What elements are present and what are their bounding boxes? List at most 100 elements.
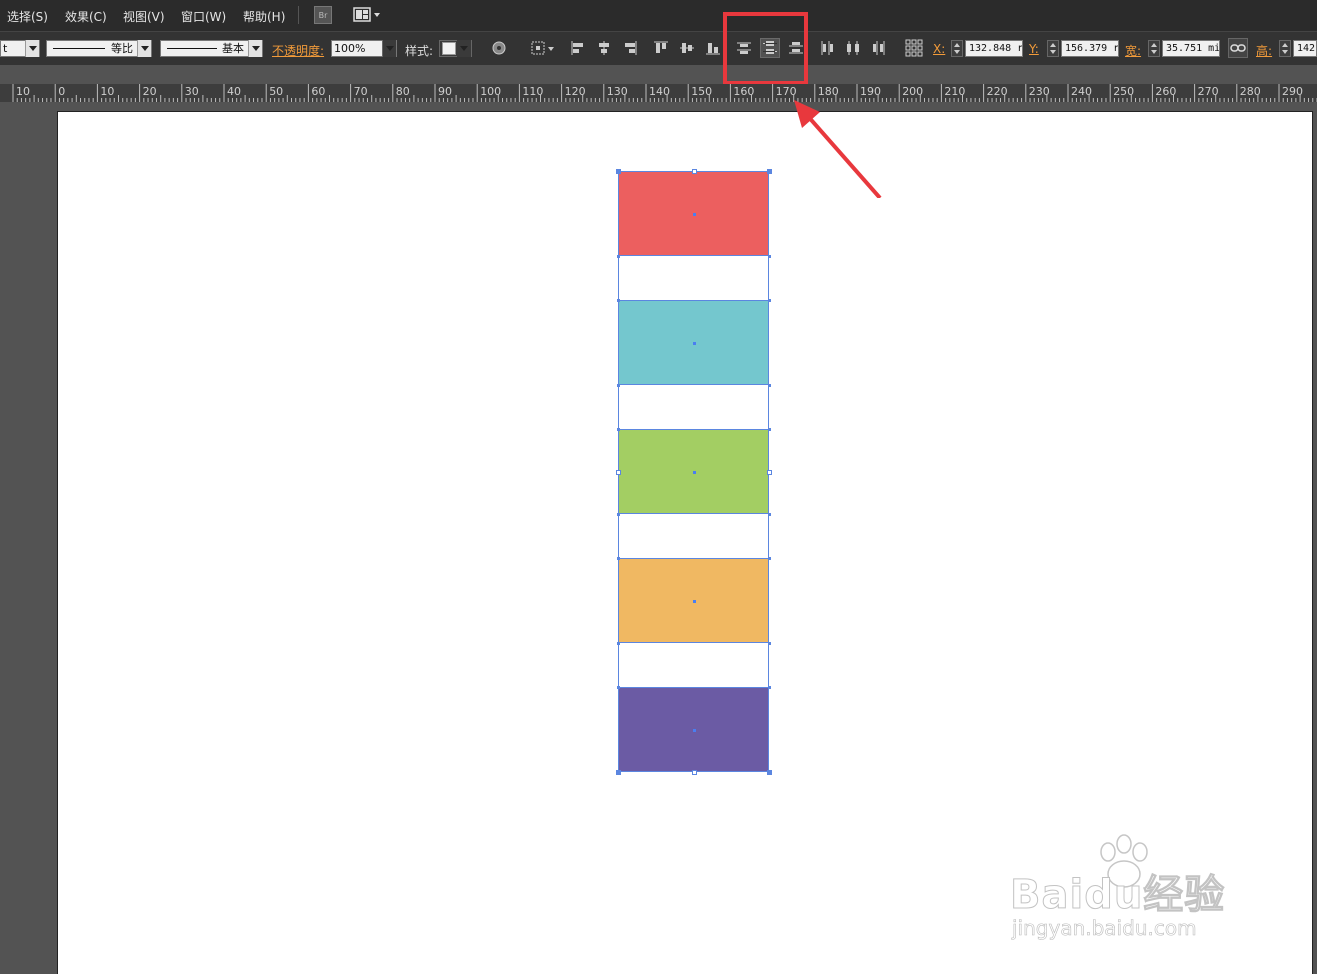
horizontal-ruler[interactable]: 10 0 10 20 30 40 50 60 70 80 90 100 110 120 130 140 150 1… <box>0 84 1317 103</box>
link-icon[interactable] <box>1228 38 1248 58</box>
selection-handle[interactable] <box>692 169 697 174</box>
bridge-icon[interactable]: Br <box>314 6 332 24</box>
chevron-down-icon[interactable] <box>137 40 151 57</box>
stepper-icon[interactable] <box>1279 40 1291 57</box>
chevron-down-icon[interactable] <box>382 40 396 57</box>
anchor-point <box>617 557 620 560</box>
arrow-shaft <box>804 112 882 198</box>
ruler-tick-label: 180 <box>817 85 839 98</box>
center-point-icon <box>693 600 696 603</box>
selection-handle[interactable] <box>692 770 697 775</box>
recolor-artwork-icon[interactable] <box>489 38 509 58</box>
baidu-watermark: Baidu经验 jingyan.baidu.com <box>1009 834 1270 950</box>
ruler-tick-label: 30 <box>184 85 199 98</box>
anchor-point <box>768 513 771 516</box>
ruler-tick-label: 110 <box>522 85 544 98</box>
anchor-point <box>768 170 771 173</box>
anchor-point <box>617 428 620 431</box>
menu-effect[interactable]: 效果(C) <box>65 8 107 25</box>
y-position-field[interactable]: 156.379 r <box>1047 40 1119 57</box>
opacity-label[interactable]: 不透明度: <box>272 42 324 59</box>
menu-window[interactable]: 窗口(W) <box>181 8 226 25</box>
ruler-tick-label: 200 <box>902 85 924 98</box>
brush-label: 基本 <box>222 42 244 55</box>
center-point-icon <box>693 342 696 345</box>
vertical-align-top-icon[interactable] <box>651 38 671 58</box>
ruler-tick-label: 100 <box>480 85 502 98</box>
center-point-icon <box>693 729 696 732</box>
anchor-point <box>768 299 771 302</box>
stepper-icon[interactable] <box>1148 40 1160 57</box>
center-point-icon <box>693 213 696 216</box>
ruler-tick-label: 160 <box>733 85 755 98</box>
opacity-dropdown[interactable]: 100% <box>331 40 397 57</box>
selection-handle[interactable] <box>767 470 772 475</box>
menu-help[interactable]: 帮助(H) <box>243 8 285 25</box>
anchor-point <box>768 771 771 774</box>
width-label[interactable]: 宽: <box>1125 42 1141 59</box>
annotation-arrow <box>794 100 882 198</box>
graphic-style-dropdown[interactable] <box>439 40 472 57</box>
opacity-value: 100% <box>334 42 366 55</box>
horizontal-align-center-icon[interactable] <box>594 38 614 58</box>
stroke-line-icon <box>167 48 217 49</box>
anchor-point <box>768 557 771 560</box>
stepper-icon[interactable] <box>1047 40 1059 57</box>
anchor-point <box>617 771 620 774</box>
chevron-down-icon[interactable] <box>457 40 471 57</box>
stroke-weight-dropdown[interactable]: t <box>0 40 40 57</box>
anchor-point <box>768 686 771 689</box>
ruler-tick-label: 270 <box>1197 85 1219 98</box>
align-to-selection-icon[interactable] <box>530 38 556 58</box>
vertical-align-center-icon[interactable] <box>677 38 697 58</box>
brush-definition-dropdown[interactable]: 基本 <box>160 40 263 57</box>
rectangle-purple[interactable] <box>618 687 769 772</box>
ruler-tick-label: 10 <box>100 85 115 98</box>
ruler-tick-label: 210 <box>944 85 966 98</box>
rectangle-red[interactable] <box>618 171 769 256</box>
x-position-input[interactable]: 132.848 r <box>965 40 1023 57</box>
selection-bounds-segment <box>618 256 769 300</box>
rectangle-orange[interactable] <box>618 558 769 643</box>
horizontal-distribute-center-icon[interactable] <box>843 38 863 58</box>
horizontal-distribute-left-icon[interactable] <box>817 38 837 58</box>
height-label[interactable]: 高: <box>1256 42 1272 59</box>
transform-reference-point-icon[interactable] <box>904 38 924 58</box>
ruler-tick-label: 280 <box>1239 85 1261 98</box>
chevron-down-icon[interactable] <box>25 40 39 57</box>
height-field[interactable]: 142 <box>1279 40 1317 57</box>
ruler-tick-label: 50 <box>269 85 284 98</box>
menu-select[interactable]: 选择(S) <box>7 8 48 25</box>
width-field[interactable]: 35.751 mi <box>1148 40 1220 57</box>
workspace-layout-icon[interactable] <box>353 6 383 24</box>
anchor-point <box>617 170 620 173</box>
menu-view[interactable]: 视图(V) <box>123 8 165 25</box>
horizontal-distribute-right-icon[interactable] <box>869 38 889 58</box>
rectangle-green[interactable] <box>618 429 769 514</box>
height-input[interactable]: 142 <box>1293 40 1317 57</box>
horizontal-align-right-icon[interactable] <box>620 38 640 58</box>
ruler-tick-label: 10 <box>16 85 30 98</box>
y-label[interactable]: Y: <box>1029 42 1039 56</box>
ruler-tick-label: 120 <box>564 85 586 98</box>
chevron-down-icon[interactable] <box>248 40 262 57</box>
stepper-icon[interactable] <box>951 40 963 57</box>
highlight-box <box>723 12 808 85</box>
x-position-field[interactable]: 132.848 r <box>951 40 1023 57</box>
menu-bar: 选择(S) 效果(C) 视图(V) 窗口(W) 帮助(H) Br <box>0 0 1317 31</box>
ruler-tick-label: 70 <box>353 85 368 98</box>
vertical-align-bottom-icon[interactable] <box>703 38 723 58</box>
anchor-point <box>617 513 620 516</box>
y-position-input[interactable]: 156.379 r <box>1061 40 1119 57</box>
stroke-weight-value: t <box>3 42 8 55</box>
ruler-tick-label: 230 <box>1028 85 1050 98</box>
width-input[interactable]: 35.751 mi <box>1162 40 1220 57</box>
anchor-point <box>617 686 620 689</box>
ruler-tick-label: 130 <box>606 85 628 98</box>
horizontal-align-left-icon[interactable] <box>568 38 588 58</box>
x-label[interactable]: X: <box>933 42 945 56</box>
ruler-tick-label: 40 <box>227 85 241 98</box>
rectangle-teal[interactable] <box>618 300 769 385</box>
selection-handle[interactable] <box>616 470 621 475</box>
variable-width-profile-dropdown[interactable]: 等比 <box>46 40 152 57</box>
